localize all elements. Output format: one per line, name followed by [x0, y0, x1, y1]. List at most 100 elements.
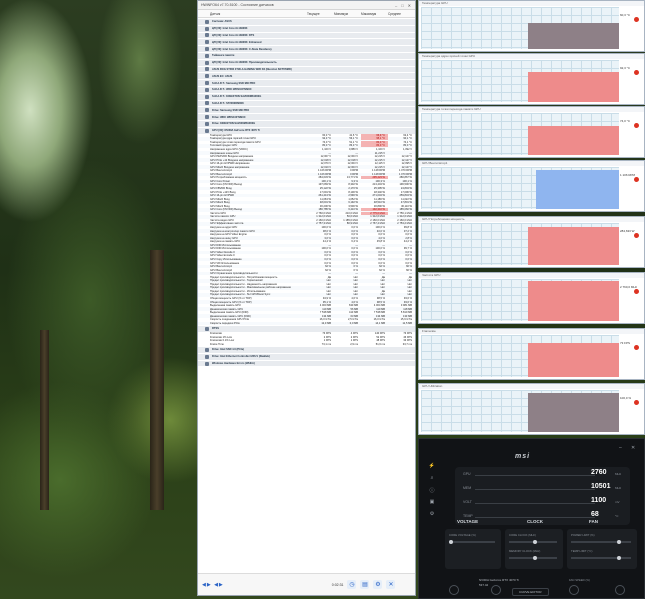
monitor-icon[interactable]: ▣: [423, 499, 441, 511]
graph-plot: [421, 223, 619, 265]
close-icon[interactable]: ✕: [631, 445, 641, 455]
sensor-graph-window[interactable]: Температура GPU 60,3 °C: [418, 0, 645, 52]
close-graph-icon[interactable]: [634, 177, 639, 182]
close-sensors-icon[interactable]: ✕: [386, 580, 396, 589]
kombustor-icon[interactable]: ⚡: [423, 463, 441, 475]
sensor-section[interactable]: ЦП [#0]: Intel Core i9-13900K: [198, 24, 415, 32]
settings-icon[interactable]: ⚙: [423, 511, 441, 523]
sensor-value: 33 FPS: [403, 339, 412, 343]
sensor-section[interactable]: Windows Hardware Errors (WHEA): [198, 359, 415, 367]
graph-plot: [421, 390, 619, 432]
sensor-value: 12,095 V: [401, 162, 412, 166]
sensor-graph-window[interactable]: Температура ядра горячей точки GPU 92,3 °…: [418, 53, 645, 105]
power-limit-label: POWER LIMIT (%): [571, 533, 595, 537]
sensor-section[interactable]: Drive: Intel SSD 4.0 (PCIe): [198, 346, 415, 353]
sensor-name: GPU Потребляемая мощность: [210, 176, 247, 180]
sensor-section[interactable]: S.M.A.R.T.: KINGSTON SA2000M81000G: [198, 92, 415, 100]
close-graph-icon[interactable]: [634, 70, 639, 75]
sensor-value: 12,003 V: [347, 155, 358, 159]
minimize-icon[interactable]: –: [619, 445, 629, 455]
close-graph-icon[interactable]: [634, 123, 639, 128]
close-icon[interactable]: ✕: [408, 3, 411, 8]
sensor-section[interactable]: GPU [#0]: NVIDIA GeForce RTX 4070 Ti: [198, 126, 415, 134]
sensor-row[interactable]: Frame Time 73,1 ms 2,9 ms 51,6 ms 33,7 ms: [198, 343, 415, 347]
sensor-name: Frame Time: [210, 342, 224, 346]
sensor-value: 16,0 GT/s: [373, 318, 385, 322]
maximize-icon[interactable]: □: [401, 3, 403, 8]
temp-limit-slider[interactable]: [571, 556, 631, 560]
scanner-icon[interactable]: ⌕: [423, 475, 441, 487]
col-max[interactable]: Максимум: [361, 10, 388, 17]
sensor-graph-window[interactable]: Framerate 73 FPS: [418, 328, 645, 380]
close-graph-icon[interactable]: [634, 17, 639, 22]
sensor-graph-window[interactable]: GPU Utilization 100,0 %: [418, 383, 645, 435]
sensor-row[interactable]: Скорость передачи PCIe 12,0 MB 0,0 MB 14,1 …: [198, 321, 415, 326]
clock-icon[interactable]: ◷: [347, 580, 357, 589]
graph-series: [527, 71, 619, 102]
sensor-section[interactable]: Drive: Intel Ethernet Controller I226-V …: [198, 352, 415, 360]
sensor-value: 271,004 W: [372, 194, 385, 198]
core-clock-slider[interactable]: [509, 540, 557, 544]
close-graph-icon[interactable]: [634, 400, 639, 405]
sensor-section[interactable]: ЦП [#0]: Intel Core i9-13900K: C-State R…: [198, 45, 415, 52]
sensor-section[interactable]: ЦП [#0]: Intel Core i9-13900K: Enhanced: [198, 38, 415, 46]
nav-arrows-icon[interactable]: ◀▶ ◀▶: [202, 582, 224, 588]
clock-panel: CORE CLOCK (MHz) MEMORY CLOCK (MHz): [505, 529, 563, 569]
settings-icon[interactable]: ⚙: [373, 580, 383, 589]
gpu-name: NVIDIA GeForce RTX 4070 Ti: [479, 578, 519, 582]
sensor-section[interactable]: S.M.A.R.T.: WDC WDS100T2B0C: [198, 85, 415, 93]
curve-editor-button[interactable]: CURVE EDITOR: [512, 588, 549, 596]
temp-limit-label: TEMP LIMIT (°C): [571, 549, 593, 553]
sensor-section[interactable]: ЦП [#0]: Intel Core i9-13900K: Производи…: [198, 58, 415, 66]
section-label: S.M.A.R.T.: KINGSTON SA2000M81000G: [212, 95, 262, 99]
graph-current-value: 74,0 °C: [620, 119, 631, 123]
save-icon[interactable]: [615, 585, 625, 595]
sensor-section[interactable]: ASUS EC: ASUS: [198, 72, 415, 80]
tab-clock[interactable]: CLOCK: [527, 519, 543, 524]
tab-voltage[interactable]: VOLTAGE: [457, 519, 478, 524]
sensor-graph-window[interactable]: GPU Вентилятор1 1 106 RPM: [418, 160, 645, 212]
sensor-value: 92,3 °C: [322, 137, 331, 141]
col-current[interactable]: Текущее: [307, 10, 334, 17]
col-min[interactable]: Минимум: [334, 10, 361, 17]
chip-icon: [205, 101, 209, 106]
sensor-section[interactable]: Drive: Samsung SSD 980 PRO: [198, 106, 415, 114]
tab-fan[interactable]: FAN: [589, 519, 598, 524]
power-limit-slider[interactable]: [571, 540, 631, 544]
document-icon[interactable]: ▤: [360, 580, 370, 589]
sensor-value: —: [382, 272, 385, 276]
minimize-icon[interactable]: –: [395, 3, 397, 8]
sensor-section[interactable]: ЦП [#0]: Intel Core i9-13900K: DTS: [198, 31, 415, 39]
close-graph-icon[interactable]: [634, 289, 639, 294]
memory-clock-slider[interactable]: [509, 556, 557, 560]
col-avg[interactable]: Среднее: [388, 10, 415, 17]
sensor-graph-window[interactable]: Температура точки перехода памяти GPU 74,…: [418, 106, 645, 158]
graph-plot: [421, 279, 619, 321]
sensor-section[interactable]: Тайминги памяти: [198, 51, 415, 59]
sensor-name: GPU Video Decode 0: [210, 250, 235, 254]
sensor-graph-window[interactable]: Частота GPU 2 760,0 MHz: [418, 272, 645, 324]
sensor-name: Скорость соединения GPU PCIe: [210, 318, 250, 322]
chip-icon: [205, 19, 209, 24]
profile-icon[interactable]: [449, 585, 459, 595]
apply-icon[interactable]: [569, 585, 579, 595]
sensor-graph-window[interactable]: GPU Потребляемая мощность 284,633 W: [418, 216, 645, 268]
sensor-value: 1 070 RPM: [399, 169, 412, 173]
sensor-section[interactable]: S.M.A.R.T.: ST2000DM008: [198, 99, 415, 107]
info-icon[interactable]: ⓘ: [423, 487, 441, 499]
sensor-section[interactable]: ASUS ROG STRIX Z790-A GAMING WIFI D4 (Nu…: [198, 65, 415, 73]
close-graph-icon[interactable]: [634, 233, 639, 238]
sensor-value: 1 312,6 MHz: [397, 215, 412, 219]
sensor-section[interactable]: RTSS: [198, 325, 415, 332]
sensor-value: 6,192 W: [348, 201, 358, 205]
core-voltage-slider[interactable]: [449, 540, 495, 544]
close-graph-icon[interactable]: [634, 345, 639, 350]
sensor-list[interactable]: Система: ASUS ЦП [#0]: Intel Core i9-1390…: [198, 18, 415, 574]
sensor-section[interactable]: Drive: WDC WDS100T2B0C: [198, 113, 415, 120]
col-sensor[interactable]: Датчик: [198, 10, 307, 17]
section-label: ЦП [#0]: Intel Core i9-13900K: Производи…: [212, 61, 277, 65]
sensor-section[interactable]: Drive: KINGSTON SA2000M81000G: [198, 119, 415, 127]
reset-icon[interactable]: [491, 585, 501, 595]
sensor-section[interactable]: S.M.A.R.T.: Samsung SSD 980 PRO: [198, 79, 415, 86]
sensor-section[interactable]: Система: ASUS: [198, 18, 415, 25]
